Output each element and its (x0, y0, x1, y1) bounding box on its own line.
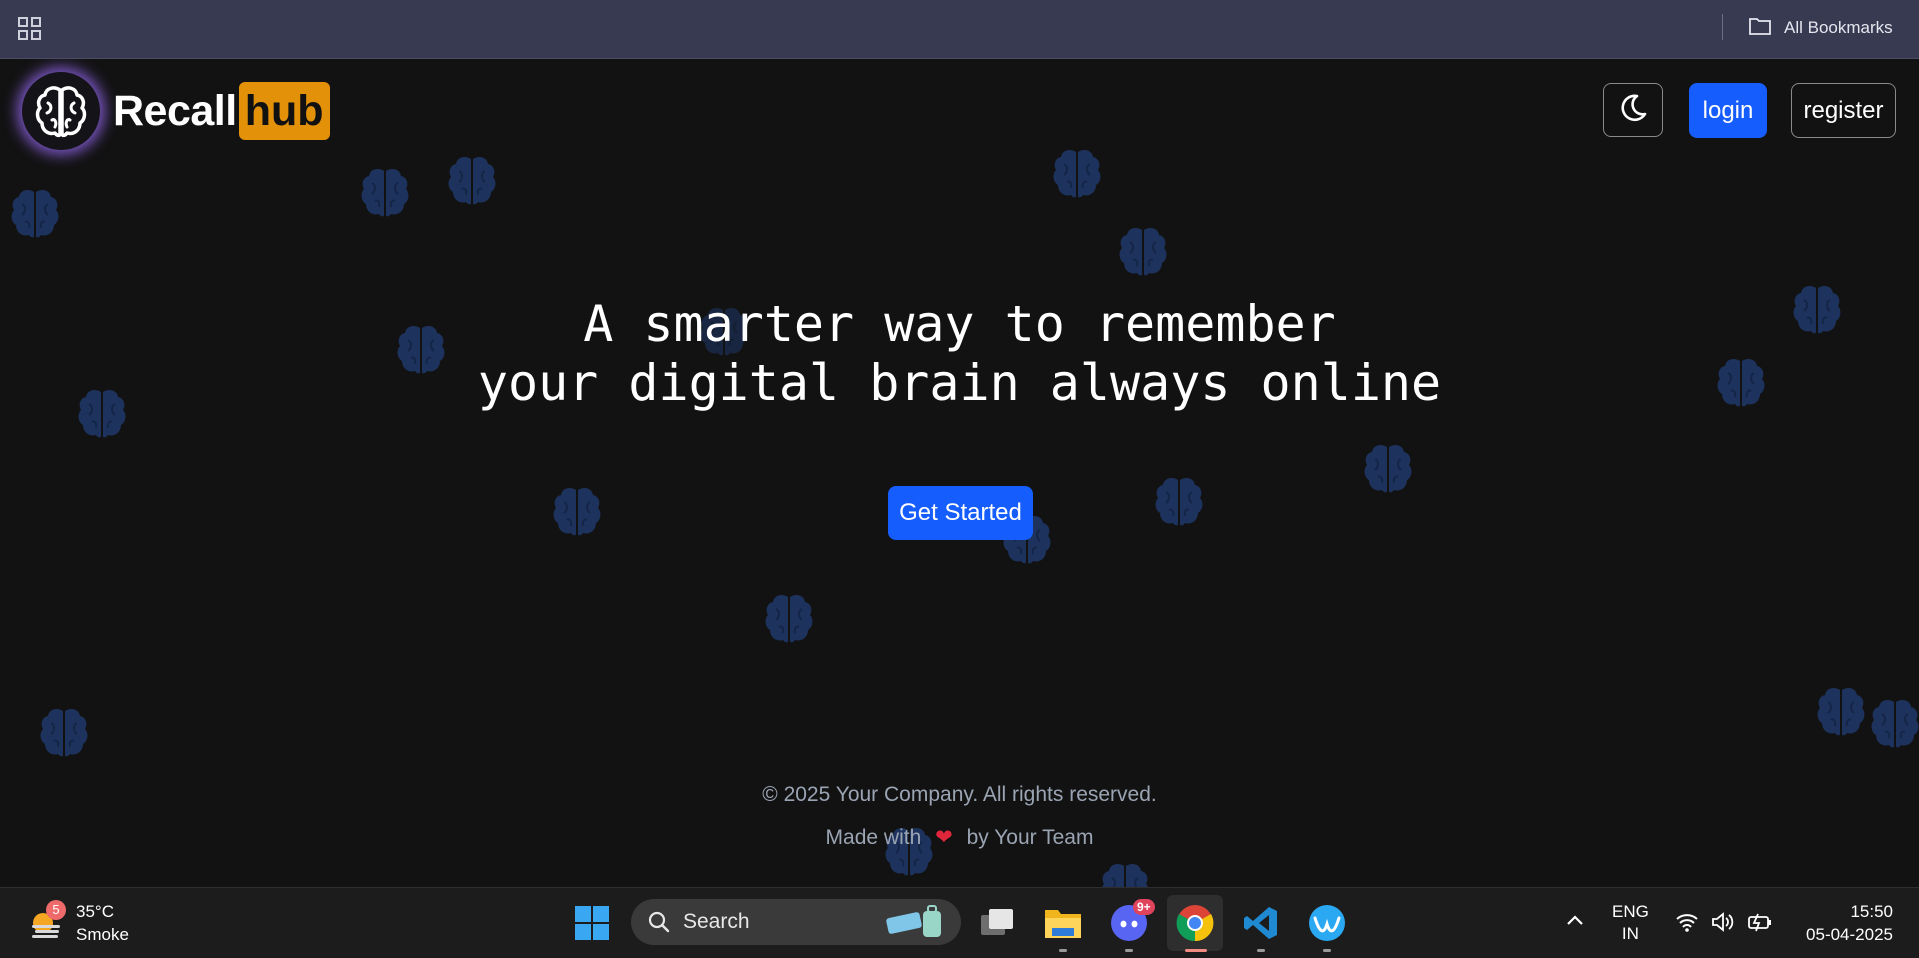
all-bookmarks-button[interactable]: All Bookmarks (1748, 14, 1893, 42)
weather-description: Smoke (76, 925, 129, 944)
brain-decoration-icon (8, 185, 62, 241)
search-icon (647, 910, 671, 934)
active-indicator (1185, 949, 1207, 952)
file-explorer-icon[interactable] (1043, 903, 1083, 952)
hero-heading: A smarter way to remember your digital b… (0, 295, 1919, 413)
weather-widget[interactable]: 5 35°C Smoke (26, 900, 129, 946)
discord-notification-badge: 9+ (1133, 899, 1155, 915)
site-logo[interactable]: Recall hub (22, 72, 330, 150)
bookmarks-divider (1722, 14, 1723, 40)
made-with-prefix: Made with (825, 826, 922, 849)
vscode-icon[interactable] (1241, 903, 1281, 952)
logo-brain-icon (22, 72, 100, 150)
heart-icon: ❤ (935, 826, 953, 849)
logo-hub-text: hub (238, 82, 330, 140)
windows-start-icon[interactable] (572, 903, 612, 943)
weather-temperature: 35°C (76, 902, 114, 921)
made-with-suffix: by Your Team (966, 826, 1094, 849)
clock-time: 15:50 (1850, 902, 1893, 921)
running-indicator (1059, 949, 1067, 952)
chrome-icon[interactable] (1167, 895, 1223, 952)
footer-made-with: Made with ❤ by Your Team (0, 825, 1919, 850)
wave-app-icon[interactable] (1307, 903, 1347, 952)
travel-luggage-icon (885, 905, 947, 944)
brain-decoration-icon (358, 164, 412, 220)
search-label: Search (683, 910, 750, 933)
apps-grid-icon[interactable] (18, 17, 42, 41)
folder-icon (1748, 16, 1772, 41)
system-tray-icons[interactable] (1675, 911, 1773, 938)
all-bookmarks-label: All Bookmarks (1784, 18, 1893, 37)
bookmarks-bar: All Bookmarks (0, 0, 1919, 59)
brain-decoration-icon (1098, 859, 1152, 887)
register-button[interactable]: register (1791, 83, 1896, 138)
footer-copyright: © 2025 Your Company. All rights reserved… (762, 783, 1157, 806)
running-indicator (1257, 949, 1265, 952)
weather-sun-icon: 5 (26, 900, 66, 943)
task-view-icon[interactable] (977, 903, 1017, 943)
brain-decoration-icon (37, 704, 91, 760)
brain-decoration-icon (1152, 473, 1206, 529)
brain-decoration-icon (762, 590, 816, 646)
brain-decoration-icon (1868, 695, 1919, 751)
brain-decoration-icon (550, 483, 604, 539)
clock-date: 05-04-2025 (1806, 925, 1893, 944)
brain-decoration-icon (1814, 683, 1868, 739)
wifi-icon[interactable] (1675, 911, 1699, 938)
language-indicator[interactable]: ENG IN (1612, 901, 1649, 945)
system-clock[interactable]: 15:50 05-04-2025 (1793, 900, 1893, 946)
hero-line-1: A smarter way to remember (583, 295, 1336, 353)
volume-icon[interactable] (1711, 911, 1735, 938)
brain-decoration-icon (1361, 440, 1415, 496)
recallhub-landing-page: Recall hub login register A smarter way … (0, 59, 1919, 887)
battery-charging-icon[interactable] (1747, 911, 1773, 938)
brain-decoration-icon (1050, 145, 1104, 201)
login-button[interactable]: login (1689, 83, 1767, 138)
chevron-up-icon[interactable] (1564, 911, 1586, 936)
hero-line-2: your digital brain always online (477, 354, 1442, 412)
brain-decoration-icon (1116, 223, 1170, 279)
moon-icon (1617, 92, 1649, 129)
weather-info: 35°C Smoke (76, 900, 129, 946)
language-code: ENG (1612, 902, 1649, 921)
get-started-button[interactable]: Get Started (888, 486, 1033, 540)
logo-recall-text: Recall (113, 86, 237, 135)
running-indicator (1125, 949, 1133, 952)
taskbar-search-box[interactable]: Search (631, 899, 961, 945)
logo-wordmark: Recall hub (113, 82, 330, 140)
theme-toggle-button[interactable] (1603, 83, 1663, 137)
brain-decoration-icon (445, 152, 499, 208)
weather-alert-badge: 5 (46, 900, 66, 920)
running-indicator (1323, 949, 1331, 952)
language-region: IN (1621, 924, 1639, 943)
discord-icon[interactable]: 9+ (1109, 899, 1155, 952)
windows-taskbar: 5 35°C Smoke Search 9+ ENG IN 15:50 05-0… (0, 887, 1919, 958)
